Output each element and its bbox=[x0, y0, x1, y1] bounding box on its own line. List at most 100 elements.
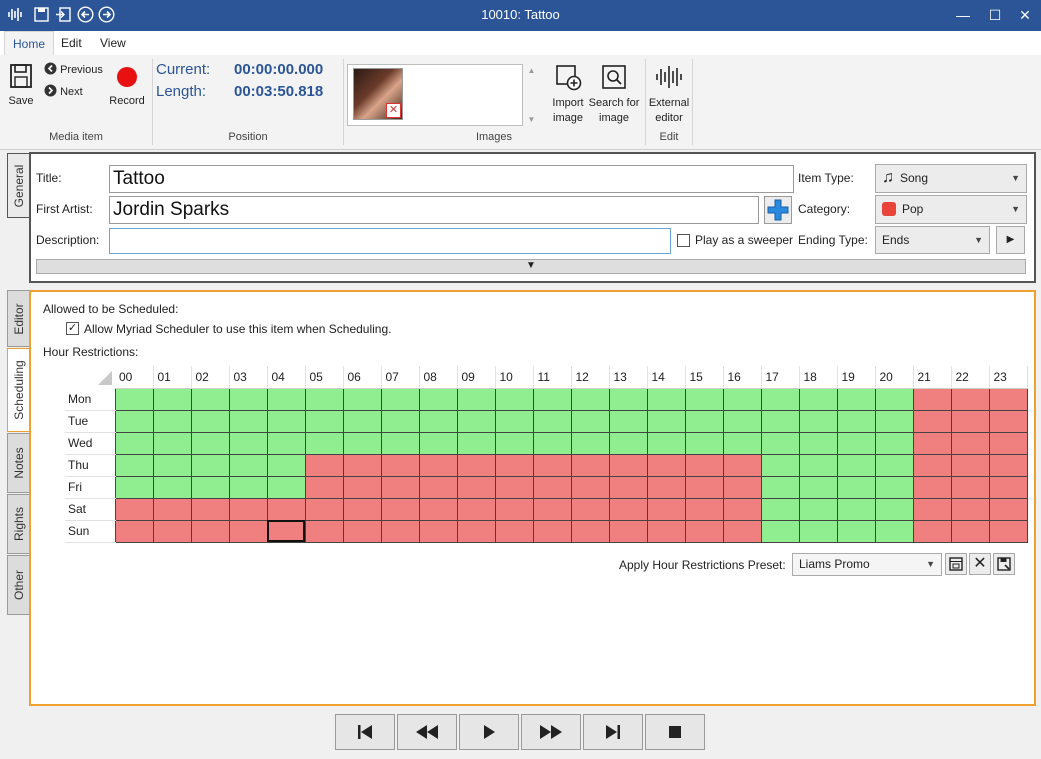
hour-cell-blocked[interactable] bbox=[722, 453, 762, 477]
hour-cell-allowed[interactable] bbox=[874, 453, 914, 477]
hour-cell-blocked[interactable] bbox=[494, 475, 534, 499]
hour-cell-allowed[interactable] bbox=[418, 431, 458, 455]
album-art-thumbnail[interactable]: ✕ bbox=[353, 68, 403, 120]
hour-cell-blocked[interactable] bbox=[304, 497, 344, 521]
hour-header[interactable]: 19 bbox=[837, 366, 876, 389]
hour-cell-blocked[interactable] bbox=[684, 453, 724, 477]
day-label[interactable]: Wed bbox=[65, 432, 115, 455]
hour-cell-allowed[interactable] bbox=[266, 431, 306, 455]
preset-select[interactable]: Liams Promo ▼ bbox=[792, 553, 942, 576]
hour-cell-allowed[interactable] bbox=[494, 387, 534, 411]
hour-cell-blocked[interactable] bbox=[418, 519, 458, 543]
title-field[interactable]: Tattoo bbox=[109, 165, 794, 193]
hour-cell-blocked[interactable] bbox=[494, 519, 534, 543]
hour-cell-blocked[interactable] bbox=[266, 519, 306, 543]
hour-cell-allowed[interactable] bbox=[760, 497, 800, 521]
hour-cell-allowed[interactable] bbox=[722, 387, 762, 411]
hour-cell-allowed[interactable] bbox=[836, 453, 876, 477]
hour-cell-blocked[interactable] bbox=[950, 497, 990, 521]
hour-cell-allowed[interactable] bbox=[304, 409, 344, 433]
hour-cell-allowed[interactable] bbox=[228, 387, 268, 411]
hour-header[interactable]: 23 bbox=[989, 366, 1028, 389]
hour-cell-blocked[interactable] bbox=[570, 475, 610, 499]
hour-cell-blocked[interactable] bbox=[418, 475, 458, 499]
hour-cell-allowed[interactable] bbox=[608, 431, 648, 455]
hour-cell-allowed[interactable] bbox=[304, 387, 344, 411]
day-label[interactable]: Mon bbox=[65, 388, 115, 411]
hour-header[interactable]: 15 bbox=[685, 366, 724, 389]
hour-cell-allowed[interactable] bbox=[114, 409, 154, 433]
hour-cell-allowed[interactable] bbox=[190, 431, 230, 455]
hour-cell-blocked[interactable] bbox=[608, 475, 648, 499]
hour-cell-allowed[interactable] bbox=[228, 475, 268, 499]
hour-cell-allowed[interactable] bbox=[342, 409, 382, 433]
sweeper-checkbox[interactable] bbox=[677, 234, 690, 247]
hour-cell-blocked[interactable] bbox=[342, 453, 382, 477]
hour-cell-blocked[interactable] bbox=[456, 475, 496, 499]
hour-cell-allowed[interactable] bbox=[684, 431, 724, 455]
hour-cell-blocked[interactable] bbox=[342, 475, 382, 499]
hour-cell-blocked[interactable] bbox=[988, 453, 1028, 477]
hour-cell-allowed[interactable] bbox=[114, 475, 154, 499]
hour-cell-allowed[interactable] bbox=[532, 409, 572, 433]
hour-header[interactable]: 01 bbox=[153, 366, 192, 389]
hour-cell-blocked[interactable] bbox=[950, 409, 990, 433]
hour-cell-allowed[interactable] bbox=[570, 431, 610, 455]
fast-forward-button[interactable] bbox=[521, 714, 581, 750]
hour-cell-blocked[interactable] bbox=[114, 497, 154, 521]
hour-cell-allowed[interactable] bbox=[304, 431, 344, 455]
hour-cell-allowed[interactable] bbox=[608, 409, 648, 433]
hour-cell-blocked[interactable] bbox=[380, 497, 420, 521]
hour-cell-blocked[interactable] bbox=[228, 519, 268, 543]
hour-cell-allowed[interactable] bbox=[798, 519, 838, 543]
hour-cell-blocked[interactable] bbox=[380, 519, 420, 543]
tab-general[interactable]: General bbox=[7, 153, 30, 218]
search-image-button[interactable]: Search for image bbox=[588, 63, 640, 126]
hour-cell-blocked[interactable] bbox=[152, 497, 192, 521]
hour-cell-allowed[interactable] bbox=[798, 387, 838, 411]
hour-header[interactable]: 21 bbox=[913, 366, 952, 389]
hour-cell-blocked[interactable] bbox=[988, 475, 1028, 499]
hour-header[interactable]: 20 bbox=[875, 366, 914, 389]
hour-cell-blocked[interactable] bbox=[608, 497, 648, 521]
scroll-up-icon[interactable]: ▲ bbox=[523, 66, 540, 75]
hour-header[interactable]: 18 bbox=[799, 366, 838, 389]
hour-cell-allowed[interactable] bbox=[532, 387, 572, 411]
apply-preset-button[interactable] bbox=[945, 553, 967, 575]
hour-cell-allowed[interactable] bbox=[760, 453, 800, 477]
import-image-button[interactable]: Import image bbox=[547, 63, 589, 126]
hour-header[interactable]: 16 bbox=[723, 366, 762, 389]
hour-cell-allowed[interactable] bbox=[342, 387, 382, 411]
hour-cell-blocked[interactable] bbox=[190, 497, 230, 521]
hour-cell-blocked[interactable] bbox=[266, 497, 306, 521]
close-button[interactable]: ✕ bbox=[1010, 0, 1040, 31]
day-label[interactable]: Thu bbox=[65, 454, 115, 477]
tab-rights[interactable]: Rights bbox=[7, 494, 30, 554]
next-button[interactable]: Next bbox=[44, 84, 83, 98]
hour-cell-allowed[interactable] bbox=[456, 409, 496, 433]
ending-type-select[interactable]: Ends ▼ bbox=[875, 226, 990, 254]
hour-cell-blocked[interactable] bbox=[912, 475, 952, 499]
stop-button[interactable] bbox=[645, 714, 705, 750]
record-button[interactable]: Record bbox=[107, 65, 147, 109]
hour-cell-blocked[interactable] bbox=[988, 519, 1028, 543]
tab-view[interactable]: View bbox=[92, 31, 134, 55]
tab-edit[interactable]: Edit bbox=[53, 31, 90, 55]
hour-cell-allowed[interactable] bbox=[684, 387, 724, 411]
hour-cell-blocked[interactable] bbox=[456, 519, 496, 543]
hour-cell-blocked[interactable] bbox=[380, 453, 420, 477]
save-button[interactable]: Save bbox=[5, 63, 37, 109]
hour-cell-blocked[interactable] bbox=[418, 497, 458, 521]
hour-cell-allowed[interactable] bbox=[266, 387, 306, 411]
hour-cell-allowed[interactable] bbox=[152, 387, 192, 411]
rewind-button[interactable] bbox=[397, 714, 457, 750]
hour-cell-blocked[interactable] bbox=[950, 475, 990, 499]
hour-cell-blocked[interactable] bbox=[950, 453, 990, 477]
play-button[interactable] bbox=[459, 714, 519, 750]
hour-cell-allowed[interactable] bbox=[190, 387, 230, 411]
hour-cell-blocked[interactable] bbox=[494, 497, 534, 521]
hour-cell-blocked[interactable] bbox=[950, 519, 990, 543]
hour-cell-allowed[interactable] bbox=[114, 387, 154, 411]
hour-cell-blocked[interactable] bbox=[722, 497, 762, 521]
hour-header[interactable]: 04 bbox=[267, 366, 306, 389]
